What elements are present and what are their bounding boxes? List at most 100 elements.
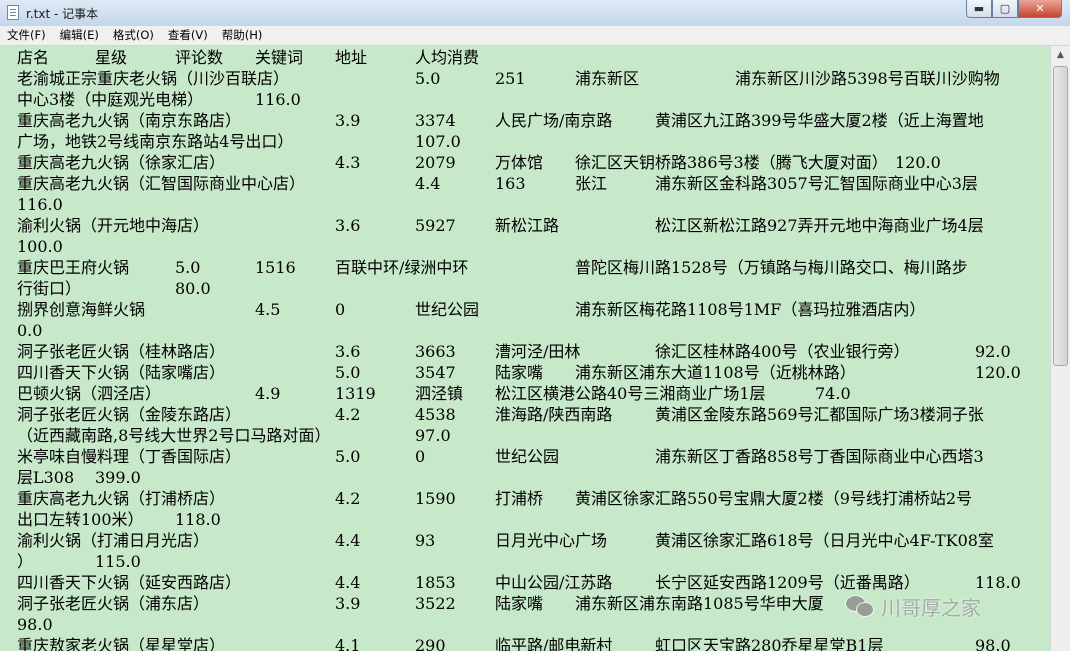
text-field: 广场，地铁2号线南京东路站4号出口）	[17, 132, 294, 151]
text-field: 人均消费	[415, 48, 480, 67]
text-field: 世纪公园	[495, 447, 560, 466]
text-field: 5.0	[175, 258, 201, 277]
text-field: 陆家嘴	[495, 363, 544, 382]
text-field: 徐汇区桂林路400号（农业银行旁）	[655, 342, 910, 361]
text-field: 重庆巴王府火锅	[17, 258, 130, 277]
menu-help[interactable]: 帮助(H)	[215, 26, 270, 45]
text-field: 浦东新区梅花路1108号1MF（喜玛拉雅酒店内）	[575, 300, 926, 319]
text-field: 2079	[415, 153, 456, 172]
text-field: 3.6	[335, 342, 361, 361]
text-field: 1853	[415, 573, 456, 592]
text-field: 0.0	[17, 321, 43, 340]
text-field: 98.0	[17, 615, 53, 634]
text-field: 层L308	[17, 468, 75, 487]
text-field: 张江	[575, 174, 608, 193]
text-field: 100.0	[17, 237, 63, 256]
wechat-icon	[845, 593, 875, 619]
menu-view[interactable]: 查看(V)	[161, 26, 215, 45]
text-editor[interactable]: 店名 星级 评论数 关键词 地址 人均消费 老渝城正宗重庆老火锅（川沙百联店） 5.0 251 浦…	[0, 46, 1050, 651]
text-field: 重庆敖家老火锅（星星堂店）	[17, 636, 226, 651]
text-field: 浦东新区川沙路5398号百联川沙购物	[735, 69, 1000, 88]
menu-bar: 文件(F) 编辑(E) 格式(O) 查看(V) 帮助(H)	[0, 26, 1070, 46]
text-field: 米亭味自慢料理（丁香国际店）	[17, 447, 242, 466]
vertical-scrollbar[interactable]: ▲	[1050, 46, 1070, 651]
scrollbar-thumb[interactable]	[1053, 66, 1068, 366]
text-field: 四川香天下火锅（陆家嘴店）	[17, 363, 226, 382]
text-field: 巴顿火锅（泗泾店）	[17, 384, 162, 403]
text-field: 新松江路	[495, 216, 560, 235]
text-field: 渝利火锅（开元地中海店）	[17, 216, 210, 235]
text-field: 黄浦区徐家汇路618号（日月光中心4F-TK08室	[655, 531, 994, 550]
text-field: 浦东新区金科路3057号汇智国际商业中心3层	[655, 174, 978, 193]
watermark-text: 川哥厚之家	[881, 595, 981, 620]
text-field: 日月光中心广场	[495, 531, 608, 550]
text-field: ）	[17, 552, 34, 571]
text-field: 普陀区梅川路1528号（万镇路与梅川路交口、梅川路步	[575, 258, 968, 277]
text-field: 107.0	[415, 132, 461, 151]
text-field: 百联中环/绿洲中环	[335, 258, 469, 277]
text-field: 4538	[415, 405, 456, 424]
text-field: 399.0	[95, 468, 141, 487]
text-field: 松江区横港公路40号三湘商业广场1层	[495, 384, 766, 403]
text-field: 临平路/邮电新村	[495, 636, 613, 651]
text-field: 4.2	[335, 489, 361, 508]
text-field: 店名	[17, 48, 50, 67]
text-field: 3.9	[335, 111, 361, 130]
text-field: 世纪公园	[415, 300, 480, 319]
text-field: 3.6	[335, 216, 361, 235]
text-field: 80.0	[175, 279, 211, 298]
maximize-button[interactable]: ▢	[992, 0, 1018, 18]
text-field: 116.0	[17, 195, 63, 214]
text-field: 4.4	[335, 573, 361, 592]
text-field: 0	[415, 447, 426, 466]
menu-edit[interactable]: 编辑(E)	[53, 26, 106, 45]
text-field: 行街口）	[17, 279, 82, 298]
text-field: 1319	[335, 384, 376, 403]
text-field: 92.0	[975, 342, 1011, 361]
text-field: 浦东新区丁香路858号丁香国际商业中心西塔3	[655, 447, 984, 466]
text-field: 1590	[415, 489, 456, 508]
text-field: 淮海路/陕西南路	[495, 405, 613, 424]
text-field: 4.1	[335, 636, 361, 651]
text-field: 万体馆	[495, 153, 544, 172]
menu-file[interactable]: 文件(F)	[0, 26, 53, 45]
minimize-button[interactable]: ▬	[966, 0, 992, 18]
text-field: 3522	[415, 594, 456, 613]
text-field: 虹口区天宝路280乔星星堂B1层	[655, 636, 884, 651]
text-field: 98.0	[975, 636, 1011, 651]
text-field: 97.0	[415, 426, 451, 445]
text-field: 74.0	[815, 384, 851, 403]
text-field: 5.0	[335, 447, 361, 466]
text-field: 1516	[255, 258, 296, 277]
text-field: 关键词	[255, 48, 304, 67]
menu-format[interactable]: 格式(O)	[106, 26, 161, 45]
text-field: 118.0	[175, 510, 221, 529]
text-field: 4.9	[255, 384, 281, 403]
text-field: 290	[415, 636, 446, 651]
text-field: 黄浦区九江路399号华盛大厦2楼（近上海置地	[655, 111, 984, 130]
window-controls: ▬ ▢ ✕	[966, 0, 1062, 20]
close-button[interactable]: ✕	[1018, 0, 1062, 18]
text-field: 中心3楼（中庭观光电梯）	[17, 90, 204, 109]
text-field: 洞子张老匠火锅（浦东店）	[17, 594, 210, 613]
text-field: 松江区新松江路927弄开元地中海商业广场4层	[655, 216, 984, 235]
text-field: 116.0	[255, 90, 301, 109]
text-field: 黄浦区金陵东路569号汇都国际广场3楼洞子张	[655, 405, 984, 424]
text-field: 3.9	[335, 594, 361, 613]
text-field: 渝利火锅（打浦日月光店）	[17, 531, 210, 550]
text-field: 人民广场/南京路	[495, 111, 613, 130]
scroll-up-arrow-icon[interactable]: ▲	[1051, 46, 1070, 64]
text-field: 120.0	[975, 363, 1021, 382]
text-field: 120.0	[895, 153, 941, 172]
text-field: 中山公园/江苏路	[495, 573, 613, 592]
text-field: 星级	[95, 48, 128, 67]
watermark: 川哥厚之家	[845, 588, 1045, 624]
text-field: 徐汇区天钥桥路386号3楼（腾飞大厦对面）	[575, 153, 888, 172]
text-field: 4.3	[335, 153, 361, 172]
text-field: 黄浦区徐家汇路550号宝鼎大厦2楼（9号线打浦桥站2号	[575, 489, 973, 508]
text-field: 重庆高老九火锅（徐家汇店）	[17, 153, 226, 172]
text-field: 洞子张老匠火锅（桂林路店）	[17, 342, 226, 361]
text-field: 浦东新区浦东大道1108号（近桃林路）	[575, 363, 856, 382]
text-field: 4.5	[255, 300, 281, 319]
text-field: 重庆高老九火锅（打浦桥店）	[17, 489, 226, 508]
